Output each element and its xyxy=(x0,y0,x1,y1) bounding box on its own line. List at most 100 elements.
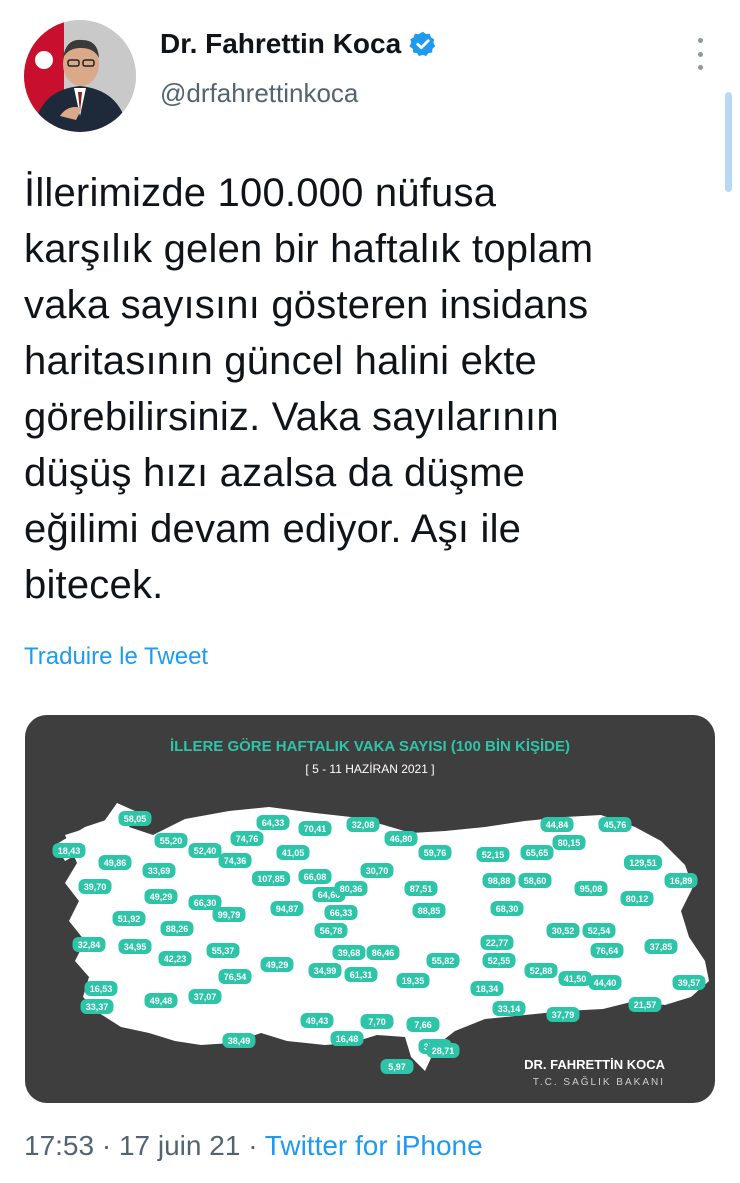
province-value: 59,76 xyxy=(424,848,447,858)
province-value: 34,95 xyxy=(124,942,147,952)
tweet-text-line: eğilimi devam ediyor. Aşı ile xyxy=(24,507,522,551)
province-value: 41,50 xyxy=(564,974,587,984)
tweet-time[interactable]: 17:53 xyxy=(24,1130,94,1161)
province-value: 49,43 xyxy=(306,1016,329,1026)
tweet-media-image[interactable]: İLLERE GÖRE HAFTALIK VAKA SAYISI (100 Bİ… xyxy=(25,715,715,1103)
province-value: 74,76 xyxy=(236,834,259,844)
province-value: 49,29 xyxy=(266,960,289,970)
province-value: 33,14 xyxy=(498,1004,521,1014)
incidence-map: İLLERE GÖRE HAFTALIK VAKA SAYISI (100 Bİ… xyxy=(52,738,709,1088)
tweet-text-line: karşılık gelen bir haftalık toplam xyxy=(24,227,594,271)
province-value: 49,48 xyxy=(150,996,173,1006)
province-value: 52,40 xyxy=(194,846,217,856)
province-value: 32,84 xyxy=(78,940,101,950)
translate-tweet-link[interactable]: Traduire le Tweet xyxy=(24,643,208,671)
province-value: 7,66 xyxy=(414,1020,432,1030)
more-options-icon[interactable] xyxy=(690,34,710,74)
province-value: 66,33 xyxy=(330,908,353,918)
author-display-name[interactable]: Dr. Fahrettin Koca xyxy=(160,28,401,60)
province-value: 45,76 xyxy=(604,820,627,830)
province-value: 7,70 xyxy=(368,1017,386,1027)
province-value: 58,05 xyxy=(124,814,147,824)
province-value: 80,15 xyxy=(558,838,581,848)
province-value: 21,57 xyxy=(634,1000,657,1010)
tweet-text-line: haritasının güncel halini ekte xyxy=(24,339,537,383)
province-value: 33,37 xyxy=(86,1002,109,1012)
tweet-text-line: düşüş hızı azalsa da düşme xyxy=(24,451,526,495)
province-value: 80,36 xyxy=(340,884,363,894)
province-value: 88,26 xyxy=(166,924,189,934)
province-value: 22,77 xyxy=(486,938,509,948)
province-value: 16,53 xyxy=(90,984,113,994)
tweet-text-line: görebilirsiniz. Vaka sayılarının xyxy=(24,395,559,439)
province-value: 55,82 xyxy=(432,956,455,966)
tweet-text-line: vaka sayısını gösteren insidans xyxy=(24,283,589,327)
province-value: 32,08 xyxy=(352,820,375,830)
province-value: 64,33 xyxy=(262,818,285,828)
province-value: 30,52 xyxy=(552,926,575,936)
tweet-source-link[interactable]: Twitter for iPhone xyxy=(265,1130,483,1161)
province-value: 39,68 xyxy=(338,948,361,958)
province-value: 61,31 xyxy=(350,970,373,980)
meta-separator: · xyxy=(248,1130,258,1161)
province-value: 95,08 xyxy=(580,884,603,894)
meta-separator: · xyxy=(101,1130,112,1161)
province-value: 55,20 xyxy=(160,836,183,846)
province-value: 49,29 xyxy=(150,892,173,902)
province-value: 34,99 xyxy=(314,966,337,976)
province-value: 39,70 xyxy=(84,882,107,892)
province-value: 42,23 xyxy=(164,954,187,964)
province-value: 37,07 xyxy=(194,992,217,1002)
province-value: 44,84 xyxy=(546,820,569,830)
province-value: 18,43 xyxy=(58,846,81,856)
province-value: 66,30 xyxy=(194,898,217,908)
province-value: 65,65 xyxy=(526,848,549,858)
tweet-author: Dr. Fahrettin Koca @drfahrettinkoca xyxy=(160,28,437,109)
avatar[interactable] xyxy=(24,20,136,132)
tweet-text: İllerimizde 100.000 nüfusa karşılık gele… xyxy=(24,165,714,613)
province-value: 107,85 xyxy=(257,874,285,884)
province-value: 37,85 xyxy=(650,942,673,952)
province-value: 87,51 xyxy=(410,884,433,894)
province-value: 99,79 xyxy=(218,910,241,920)
province-value: 98,88 xyxy=(488,876,511,886)
province-value: 68,30 xyxy=(496,904,519,914)
province-value: 16,48 xyxy=(336,1034,359,1044)
map-subtitle: [ 5 - 11 HAZİRAN 2021 ] xyxy=(305,762,434,776)
province-value: 86,46 xyxy=(372,948,395,958)
province-value: 56,78 xyxy=(320,926,343,936)
signature-title: T.C. SAĞLIK BAKANI xyxy=(533,1075,665,1088)
verified-badge-icon xyxy=(409,31,436,57)
province-value: 19,35 xyxy=(402,976,425,986)
province-value: 44,40 xyxy=(594,978,617,988)
province-value: 76,64 xyxy=(596,946,619,956)
province-value: 41,05 xyxy=(282,848,305,858)
profile-photo-icon xyxy=(24,20,136,132)
province-value: 33,69 xyxy=(148,866,171,876)
province-value: 58,60 xyxy=(524,876,547,886)
province-value: 70,41 xyxy=(304,824,327,834)
province-value: 28,71 xyxy=(432,1046,455,1056)
province-value: 39,57 xyxy=(678,978,701,988)
tweet-text-line: İllerimizde 100.000 nüfusa xyxy=(24,171,497,215)
signature-name: DR. FAHRETTİN KOCA xyxy=(524,1057,665,1072)
province-value: 76,54 xyxy=(224,972,247,982)
province-value: 46,80 xyxy=(390,834,413,844)
province-value: 49,86 xyxy=(104,858,127,868)
province-value: 88,85 xyxy=(418,906,441,916)
province-value: 52,15 xyxy=(482,850,505,860)
province-value: 129,51 xyxy=(629,858,657,868)
province-value: 18,34 xyxy=(476,984,499,994)
province-value: 94,87 xyxy=(276,904,299,914)
province-value: 16,89 xyxy=(670,876,693,886)
province-value: 74,36 xyxy=(224,856,247,866)
province-value: 30,70 xyxy=(366,866,389,876)
tweet-date[interactable]: 17 juin 21 xyxy=(119,1130,240,1161)
province-value: 80,12 xyxy=(626,894,649,904)
scrollbar[interactable] xyxy=(725,92,732,192)
province-value: 5,97 xyxy=(388,1062,406,1072)
tweet-meta: 17:53 · 17 juin 21 · Twitter for iPhone xyxy=(24,1130,483,1162)
province-value: 55,37 xyxy=(212,946,235,956)
author-handle[interactable]: @drfahrettinkoca xyxy=(160,78,437,109)
tweet-text-line: bitecek. xyxy=(24,563,164,607)
